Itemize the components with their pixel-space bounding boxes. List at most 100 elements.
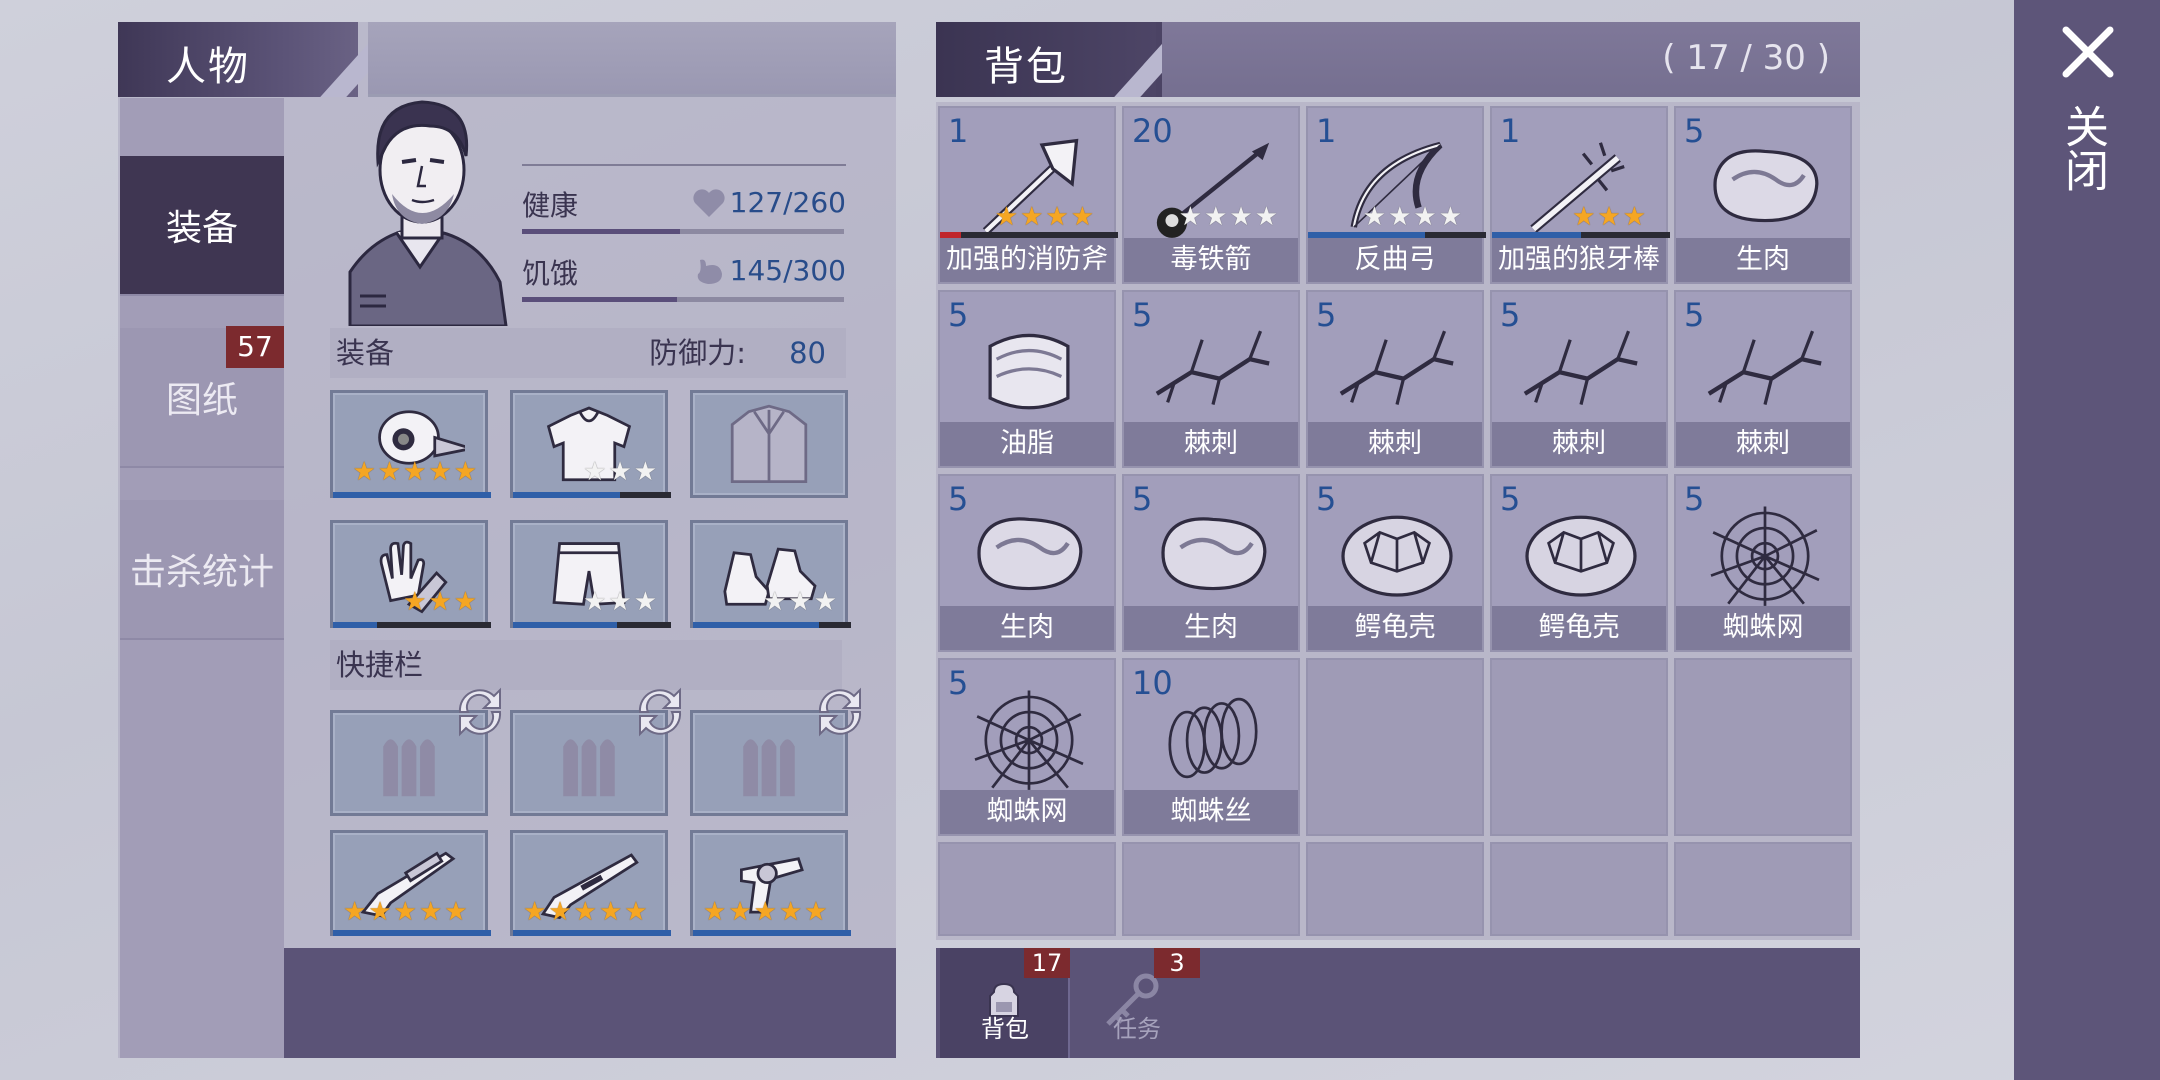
bag-item[interactable]: 5 棘刺 [1674,290,1852,468]
bag-item[interactable]: 5 鳄龟壳 [1490,474,1668,652]
star-icon: ★ [418,897,443,927]
quickbar-weapon-slot[interactable]: ★ ★ ★ ★ ★ [330,830,491,936]
star-icon: ★ [633,457,657,487]
survivor-portrait [348,100,508,326]
equipment-slot[interactable]: ★ ★ ★ ★ ★ [330,390,491,498]
hunger-label: 饥饿 [522,257,579,290]
bag-item[interactable]: 5 鳄龟壳 [1306,474,1484,652]
durability-bar [333,622,491,628]
star-icon: ★ [1388,202,1412,232]
item-name: 蜘蛛网 [940,790,1114,834]
rarity-stars: ★ ★ ★ ★ [1363,204,1462,230]
star-icon: ★ [608,457,632,487]
bag-item[interactable]: 5 生肉 [938,474,1116,652]
durability-bar [1492,232,1670,238]
bag-item[interactable]: 10 蜘蛛丝 [1122,658,1300,836]
bag-item[interactable]: 1 加强的狼牙棒 ★ ★ ★ [1490,106,1670,284]
star-icon: ★ [428,457,452,487]
star-icon: ★ [994,202,1019,232]
item-count: 1 [948,112,969,150]
bag-empty-slot[interactable] [1674,842,1852,936]
star-icon: ★ [343,897,367,927]
blueprints-count-badge: 57 [226,326,284,368]
equipment-slot[interactable] [690,390,848,498]
stomach-icon [697,259,722,284]
star-icon: ★ [1597,202,1621,232]
bag-empty-slot[interactable] [938,842,1116,936]
star-icon: ★ [804,897,828,927]
bag-empty-slot[interactable] [1674,658,1852,836]
bag-item[interactable]: 1 反曲弓 ★ ★ ★ ★ [1306,106,1486,284]
star-icon: ★ [778,897,803,927]
character-side-tabs: 装备 图纸 击杀统计 [120,98,284,1058]
bag-item[interactable]: 5 棘刺 [1490,290,1668,468]
quickbar-weapon-slot[interactable]: ★ ★ ★ ★ ★ [510,830,671,936]
item-name: 棘刺 [1308,422,1482,466]
star-icon: ★ [1229,202,1253,232]
backpack-count-badge: 17 [1024,948,1070,978]
item-count: 10 [1132,664,1173,702]
star-icon: ★ [753,897,777,927]
bag-item[interactable]: 1 加强的消防斧 ★ ★ ★ ★ [938,106,1118,284]
rarity-stars: ★ ★ ★ ★ ★ [343,899,468,925]
bag-header: 背包 ( 17 / 30 ) [936,22,1860,97]
bag-item[interactable]: 5 蜘蛛网 [938,658,1116,836]
item-count: 5 [1132,480,1153,518]
star-icon: ★ [624,897,648,927]
item-name: 蜘蛛网 [1676,606,1850,650]
item-name: 蜘蛛丝 [1124,790,1298,834]
swap-icon[interactable] [450,684,510,740]
bag-title: 背包 [984,44,1068,90]
equipment-slot[interactable]: ★ ★ ★ [690,520,851,628]
durability-bar [693,622,851,628]
equipment-slot[interactable]: ★ ★ ★ [510,520,671,628]
equipment-slot[interactable]: ★ ★ ★ [510,390,671,498]
rarity-stars: ★ ★ ★ ★ [995,204,1094,230]
item-count: 5 [948,480,969,518]
bag-item[interactable]: 5 生肉 [1674,106,1852,284]
item-count: 1 [1500,112,1521,150]
raw-meat-icon [977,517,1083,591]
star-icon: ★ [368,897,392,927]
bag-empty-slot[interactable] [1122,842,1300,936]
tab-equipment[interactable]: 装备 [120,156,284,296]
star-icon: ★ [377,457,402,487]
bag-item[interactable]: 5 蜘蛛网 [1674,474,1852,652]
item-count: 5 [1500,480,1521,518]
bag-item[interactable]: 5 棘刺 [1122,290,1300,468]
close-button[interactable] [2060,24,2116,80]
bag-empty-slot[interactable] [1490,658,1668,836]
durability-bar [513,930,671,936]
durability-bar [333,492,491,498]
durability-bar [940,232,1118,238]
item-count: 5 [1684,112,1705,150]
swap-icon[interactable] [630,684,690,740]
close-label[interactable]: 关闭 [2057,104,2114,192]
star-icon: ★ [728,897,752,927]
item-name: 棘刺 [1492,422,1666,466]
bag-empty-slot[interactable] [1306,658,1484,836]
bag-empty-slot[interactable] [1490,842,1668,936]
star-icon: ★ [1413,202,1437,232]
item-count: 20 [1132,112,1173,150]
durability-bar [1308,232,1486,238]
bag-item[interactable]: 20 毒铁箭 ★ ★ ★ ★ [1122,106,1300,284]
bag-empty-slot[interactable] [1306,842,1484,936]
durability-bar [333,930,491,936]
star-icon: ★ [1178,202,1203,232]
bag-item[interactable]: 5 生肉 [1122,474,1300,652]
item-name: 加强的消防斧 [940,238,1114,282]
swap-icon[interactable] [810,684,870,740]
item-name: 生肉 [940,606,1114,650]
turtle-shell-icon [1525,515,1637,597]
equipment-slot[interactable]: ★ ★ ★ [330,520,491,628]
character-title: 人物 [166,44,250,90]
quickbar-weapon-slot[interactable]: ★ ★ ★ ★ ★ [690,830,851,936]
tab-kill-stats[interactable]: 击杀统计 [120,500,284,640]
star-icon: ★ [1572,202,1596,232]
rarity-stars: ★ ★ ★ ★ [1179,204,1278,230]
rarity-stars: ★ ★ ★ [583,459,657,485]
bag-item[interactable]: 5 油脂 [938,290,1116,468]
bag-item[interactable]: 5 棘刺 [1306,290,1484,468]
item-name: 油脂 [940,422,1114,466]
